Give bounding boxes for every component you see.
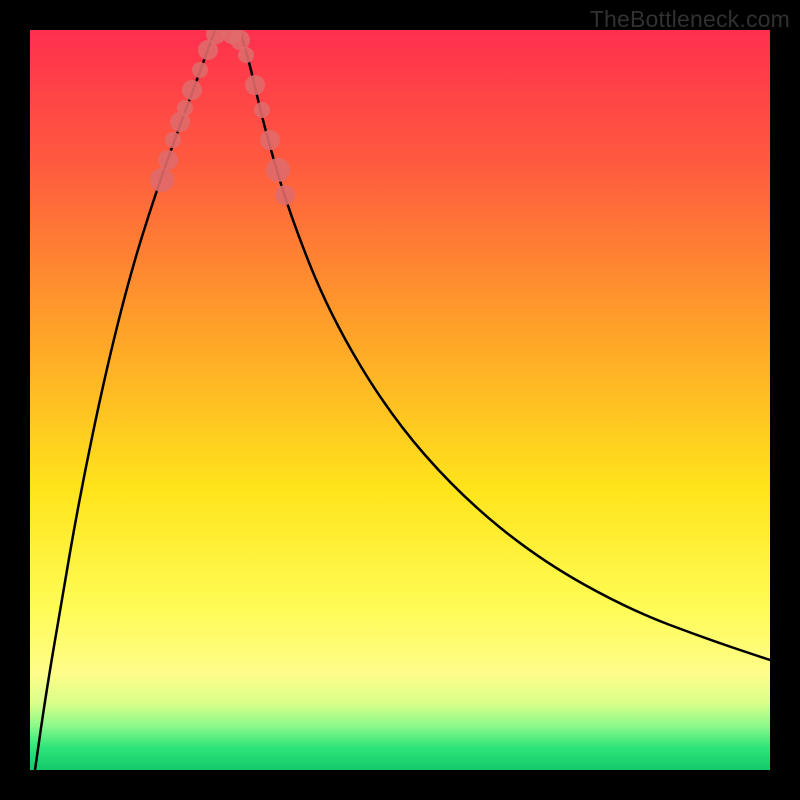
plot-area [30,30,770,770]
data-marker [192,62,208,78]
data-marker [266,158,290,182]
data-marker [254,102,270,118]
data-marker [260,130,280,150]
chart-svg [30,30,770,770]
data-marker [230,30,250,50]
data-marker [238,47,254,63]
data-marker [245,75,265,95]
data-marker [177,100,193,116]
data-marker [165,132,181,148]
data-marker [158,150,178,170]
data-marker [182,80,202,100]
left-curve [35,30,215,770]
data-marker [150,168,174,192]
watermark-text: TheBottleneck.com [590,6,790,33]
data-markers [150,30,295,205]
right-curve [240,30,770,660]
data-marker [275,185,295,205]
